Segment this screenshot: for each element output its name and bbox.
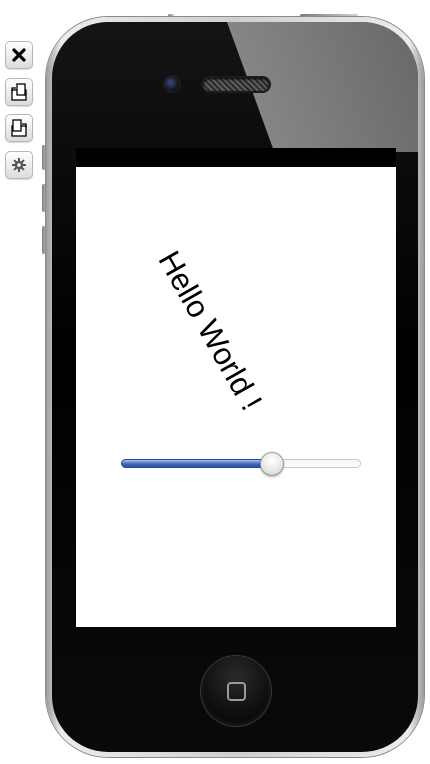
slider-thumb[interactable]: [260, 452, 285, 476]
slider-fill: [121, 459, 273, 468]
rotate-left-button[interactable]: [5, 78, 33, 106]
rotate-left-icon: [11, 83, 27, 101]
home-button[interactable]: [201, 656, 271, 726]
settings-button[interactable]: [5, 151, 33, 179]
gear-icon: [12, 158, 26, 172]
status-bar: [76, 148, 396, 167]
rotate-right-icon: [11, 119, 27, 137]
earpiece-speaker: [203, 78, 269, 91]
rotate-right-button[interactable]: [5, 114, 33, 142]
home-square-icon: [227, 682, 246, 701]
close-icon: [12, 48, 26, 62]
close-button[interactable]: [5, 41, 33, 69]
rotation-slider[interactable]: [121, 452, 361, 476]
front-camera: [165, 77, 179, 91]
